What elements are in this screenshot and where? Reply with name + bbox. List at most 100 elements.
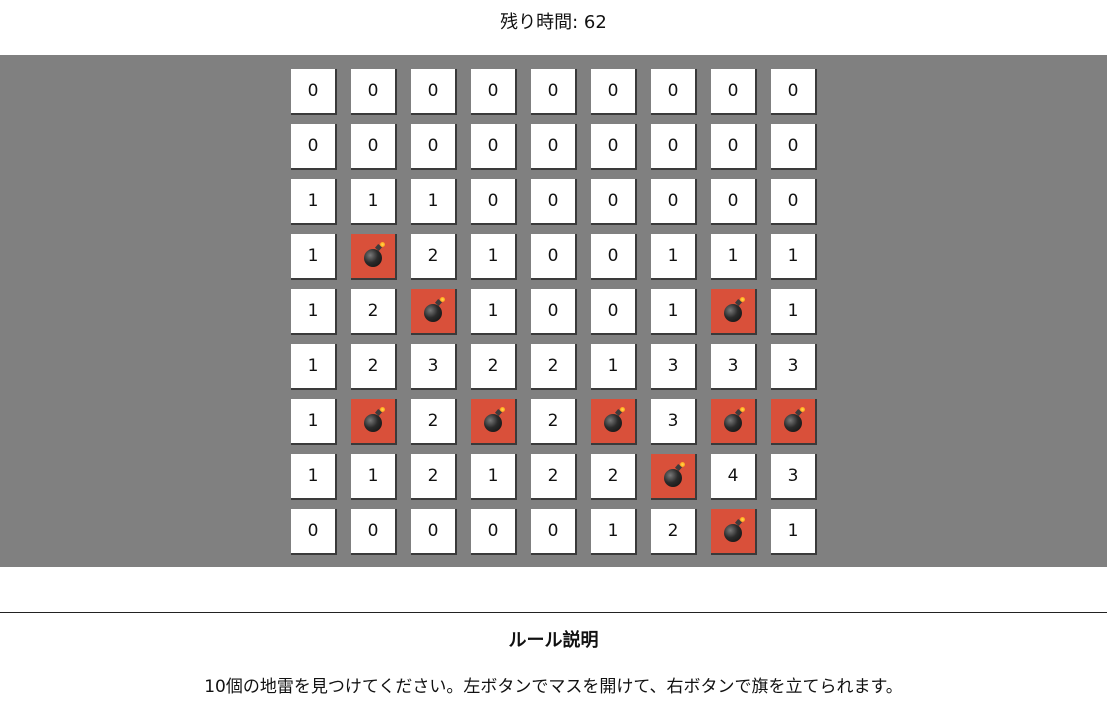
board-cell[interactable]: 1 <box>351 179 397 225</box>
board-cell[interactable]: 0 <box>651 124 697 170</box>
board-cell[interactable]: 2 <box>411 399 457 445</box>
board-cell[interactable]: 1 <box>291 344 337 390</box>
board-cell[interactable]: 0 <box>471 69 517 115</box>
board-cell[interactable]: 1 <box>291 399 337 445</box>
cell-number: 1 <box>727 246 739 266</box>
board-cell[interactable]: 1 <box>411 179 457 225</box>
cell-number: 0 <box>487 136 499 156</box>
board-cell[interactable]: 0 <box>351 69 397 115</box>
mine-cell[interactable] <box>471 399 517 445</box>
board-cell[interactable]: 1 <box>591 509 637 555</box>
board-cell[interactable]: 0 <box>771 179 817 225</box>
board-cell[interactable]: 1 <box>591 344 637 390</box>
cell-number: 0 <box>607 81 619 101</box>
board-cell[interactable]: 3 <box>651 399 697 445</box>
mine-cell[interactable] <box>351 234 397 280</box>
cell-number: 3 <box>727 356 739 376</box>
board-cell[interactable]: 0 <box>711 69 757 115</box>
cell-number: 1 <box>367 191 379 211</box>
board-cell[interactable]: 0 <box>591 289 637 335</box>
cell-number: 0 <box>307 521 319 541</box>
mine-cell[interactable] <box>711 289 757 335</box>
board-cell[interactable]: 1 <box>471 289 517 335</box>
board-cell[interactable]: 0 <box>291 124 337 170</box>
board-cell[interactable]: 0 <box>411 124 457 170</box>
game-board-area: 0 0 0 0 0 0 0 0 0 0 0 0 0 0 0 0 0 0 1 1 1 0 0 0 0 0 0 1 2 1 0 0 1 1 1 1 2 1 0 0… <box>0 55 1107 567</box>
rules-title: ルール説明 <box>508 630 599 651</box>
board-cell[interactable]: 1 <box>711 234 757 280</box>
board-cell[interactable]: 1 <box>771 234 817 280</box>
bomb-icon <box>664 461 685 487</box>
cell-number: 0 <box>607 246 619 266</box>
cell-number: 0 <box>427 521 439 541</box>
board-cell[interactable]: 1 <box>771 289 817 335</box>
board-cell[interactable]: 0 <box>531 124 577 170</box>
board-cell[interactable]: 0 <box>291 509 337 555</box>
bomb-icon <box>604 406 625 432</box>
board-cell[interactable]: 2 <box>351 344 397 390</box>
board-cell[interactable]: 2 <box>531 454 577 500</box>
mine-cell[interactable] <box>591 399 637 445</box>
board-cell[interactable]: 2 <box>531 399 577 445</box>
board-cell[interactable]: 2 <box>591 454 637 500</box>
board-cell[interactable]: 1 <box>351 454 397 500</box>
board-cell[interactable]: 1 <box>291 454 337 500</box>
board-cell[interactable]: 1 <box>291 289 337 335</box>
board-cell[interactable]: 2 <box>471 344 517 390</box>
mine-cell[interactable] <box>351 399 397 445</box>
board-cell[interactable]: 0 <box>711 124 757 170</box>
cell-number: 2 <box>427 246 439 266</box>
mine-cell[interactable] <box>411 289 457 335</box>
board-cell[interactable]: 3 <box>771 344 817 390</box>
board-cell[interactable]: 0 <box>351 124 397 170</box>
mine-cell[interactable] <box>711 509 757 555</box>
board-cell[interactable]: 0 <box>771 69 817 115</box>
board-cell[interactable]: 0 <box>651 69 697 115</box>
board-cell[interactable]: 0 <box>591 234 637 280</box>
board-cell[interactable]: 1 <box>471 234 517 280</box>
board-cell[interactable]: 1 <box>651 234 697 280</box>
board-cell[interactable]: 0 <box>411 509 457 555</box>
board-cell[interactable]: 0 <box>471 509 517 555</box>
board-cell[interactable]: 3 <box>711 344 757 390</box>
board-cell[interactable]: 0 <box>531 69 577 115</box>
board-cell[interactable]: 2 <box>351 289 397 335</box>
board-cell[interactable]: 1 <box>291 179 337 225</box>
board-cell[interactable]: 0 <box>531 509 577 555</box>
board-cell[interactable]: 1 <box>771 509 817 555</box>
board-cell[interactable]: 1 <box>471 454 517 500</box>
board-cell[interactable]: 0 <box>531 179 577 225</box>
board-cell[interactable]: 3 <box>411 344 457 390</box>
board-cell[interactable]: 0 <box>291 69 337 115</box>
cell-number: 2 <box>427 411 439 431</box>
board-cell[interactable]: 0 <box>411 69 457 115</box>
mine-cell[interactable] <box>651 454 697 500</box>
board-cell[interactable]: 3 <box>771 454 817 500</box>
board-cell[interactable]: 0 <box>591 124 637 170</box>
board-cell[interactable]: 1 <box>651 289 697 335</box>
cell-number: 1 <box>787 301 799 321</box>
board-cell[interactable]: 0 <box>591 179 637 225</box>
board-cell[interactable]: 1 <box>291 234 337 280</box>
board-cell[interactable]: 3 <box>651 344 697 390</box>
board-cell[interactable]: 0 <box>531 234 577 280</box>
cell-number: 0 <box>667 191 679 211</box>
cell-number: 0 <box>547 81 559 101</box>
board-cell[interactable]: 0 <box>771 124 817 170</box>
board-cell[interactable]: 0 <box>591 69 637 115</box>
board-cell[interactable]: 4 <box>711 454 757 500</box>
board-cell[interactable]: 2 <box>651 509 697 555</box>
mine-cell[interactable] <box>711 399 757 445</box>
board-cell[interactable]: 0 <box>471 179 517 225</box>
cell-number: 1 <box>487 466 499 486</box>
board-cell[interactable]: 0 <box>531 289 577 335</box>
board-cell[interactable]: 0 <box>471 124 517 170</box>
cell-number: 0 <box>367 521 379 541</box>
board-cell[interactable]: 0 <box>711 179 757 225</box>
mine-cell[interactable] <box>771 399 817 445</box>
board-cell[interactable]: 0 <box>351 509 397 555</box>
board-cell[interactable]: 2 <box>411 234 457 280</box>
board-cell[interactable]: 2 <box>411 454 457 500</box>
board-cell[interactable]: 0 <box>651 179 697 225</box>
board-cell[interactable]: 2 <box>531 344 577 390</box>
